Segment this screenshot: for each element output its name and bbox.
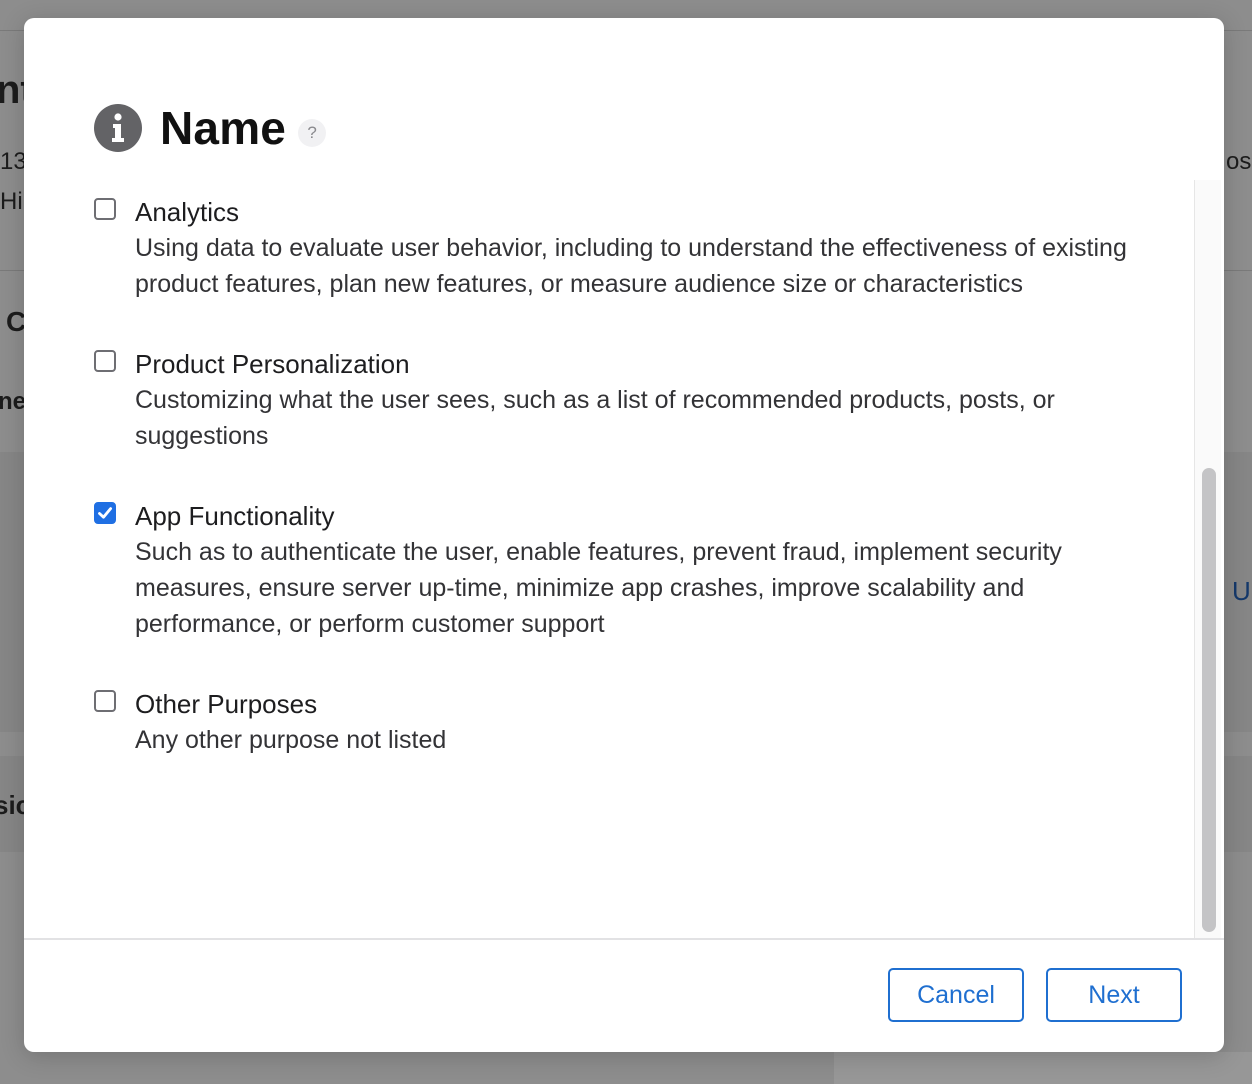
footer-divider [24, 938, 1224, 940]
options-list: Analytics Using data to evaluate user be… [94, 197, 1154, 806]
option-title: App Functionality [135, 501, 335, 531]
option-description: Using data to evaluate user behavior, in… [135, 234, 1127, 298]
checkbox-app-functionality[interactable] [94, 502, 116, 524]
dialog-header: Name ? [94, 100, 327, 156]
options-scroll-area[interactable]: Analytics Using data to evaluate user be… [24, 180, 1220, 938]
option-description: Such as to authenticate the user, enable… [135, 538, 1062, 638]
bg-text: 13 [0, 148, 27, 175]
option-title: Product Personalization [135, 349, 410, 379]
option-title: Other Purposes [135, 689, 318, 719]
purpose-dialog: Name ? Analytics Using data to evaluate … [24, 18, 1224, 1052]
option-app-functionality: App Functionality Such as to authenticat… [94, 501, 1154, 642]
scrollbar[interactable] [1194, 180, 1221, 938]
bg-text: ne [0, 388, 27, 415]
help-icon[interactable]: ? [298, 119, 327, 147]
bg-text: Hi [0, 188, 23, 215]
bg-text: os [1226, 148, 1252, 175]
scrollbar-thumb[interactable] [1202, 468, 1216, 932]
info-icon [94, 104, 142, 152]
checkbox-other-purposes[interactable] [94, 690, 116, 712]
option-description: Any other purpose not listed [135, 726, 447, 754]
option-other-purposes: Other Purposes Any other purpose not lis… [94, 689, 1154, 758]
bg-link: U [1232, 576, 1251, 606]
option-analytics: Analytics Using data to evaluate user be… [94, 197, 1154, 302]
checkmark-icon [98, 507, 112, 519]
cancel-button[interactable]: Cancel [888, 968, 1024, 1022]
checkbox-product-personalization[interactable] [94, 350, 116, 372]
checkbox-analytics[interactable] [94, 198, 116, 220]
option-product-personalization: Product Personalization Customizing what… [94, 349, 1154, 454]
dialog-title: Name [160, 102, 287, 154]
next-button[interactable]: Next [1046, 968, 1182, 1022]
option-description: Customizing what the user sees, such as … [135, 386, 1055, 450]
option-title: Analytics [135, 197, 240, 227]
bg-panel [834, 1052, 1252, 1084]
